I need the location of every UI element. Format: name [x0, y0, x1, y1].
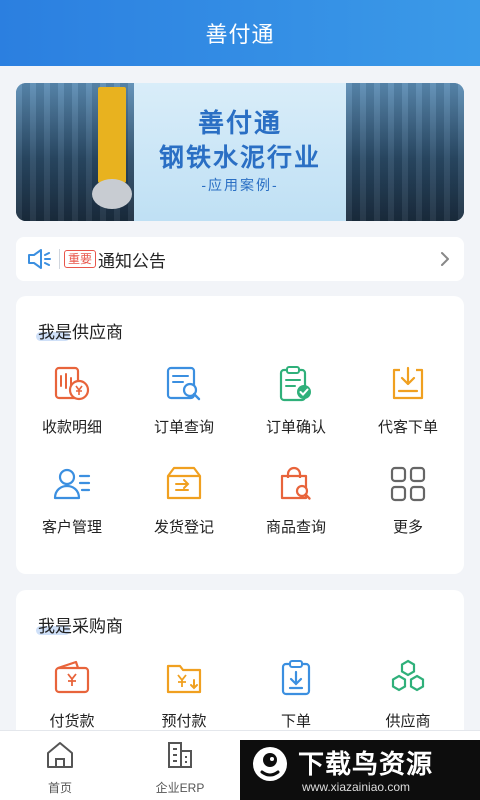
- watermark-url: www.xiazainiao.com: [302, 780, 411, 794]
- tab-home[interactable]: 首页: [0, 731, 120, 800]
- supplier-item-label: 客户管理: [41, 519, 102, 536]
- shipping-box-icon: [166, 466, 202, 500]
- watermark-overlay: 下载鸟资源 www.xiazainiao.com: [240, 740, 480, 800]
- supplier-item-order-confirm[interactable]: 订单确认: [240, 364, 352, 454]
- page-title: 善付通: [205, 22, 275, 47]
- supplier-item-product-query[interactable]: 商品查询: [240, 464, 352, 554]
- watermark-title: 下载鸟资源: [298, 749, 434, 779]
- order-confirm-icon: [279, 366, 311, 402]
- supplier-item-label: 发货登记: [153, 519, 214, 536]
- supplier-item-receipts[interactable]: 收款明细: [16, 364, 128, 454]
- shopping-bag-icon: [280, 466, 311, 500]
- supplier-item-label: 代客下单: [377, 419, 438, 436]
- supplier-section-title: 我是供应商: [38, 323, 123, 342]
- building-icon: [168, 742, 192, 768]
- download-order-icon: [392, 366, 424, 400]
- banner-caption-panel: 善付通 钢铁水泥行业 -应用案例-: [134, 83, 346, 221]
- promo-banner[interactable]: 善付通 钢铁水泥行业 -应用案例-: [16, 83, 464, 221]
- bird-logo-icon: [253, 747, 287, 781]
- buyer-section-title: 我是采购商: [38, 617, 123, 636]
- banner-factory-right: [346, 83, 464, 221]
- important-badge: 重要: [64, 250, 97, 268]
- prepay-icon: [166, 664, 202, 694]
- customer-icon: [53, 468, 91, 500]
- app-header: 善付通: [0, 0, 480, 66]
- banner-brand: 善付通: [197, 108, 282, 138]
- steel-coil-image: [92, 179, 132, 209]
- supplier-item-label: 订单查询: [153, 419, 214, 436]
- banner-subtitle: -应用案例-: [201, 177, 279, 193]
- supplier-item-order-query[interactable]: 订单查询: [128, 364, 240, 454]
- buyer-item-label: 供应商: [385, 713, 431, 730]
- clipboard-download-icon: [281, 660, 311, 696]
- tab-label: 首页: [47, 781, 72, 795]
- crane-image: [98, 87, 126, 183]
- chevron-right-icon: [441, 252, 449, 266]
- notice-label: 通知公告: [98, 252, 166, 271]
- buyer-item-label: 下单: [280, 713, 311, 730]
- supplier-item-proxy-order[interactable]: 代客下单: [352, 364, 464, 454]
- supplier-item-label: 更多: [392, 519, 423, 536]
- supplier-item-label: 订单确认: [265, 419, 326, 436]
- more-grid-icon: [390, 466, 426, 502]
- buyer-item-label: 付货款: [49, 713, 95, 730]
- supplier-section: 我是供应商 收款明细 订单查询 订单确认 代客下单 客户管理 发货登记 商品查询…: [16, 296, 464, 574]
- home-icon: [47, 742, 73, 768]
- notice-bar[interactable]: 重要 通知公告: [16, 237, 464, 281]
- tab-erp[interactable]: 企业ERP: [120, 731, 240, 800]
- order-search-icon: [166, 366, 201, 401]
- wallet-icon: [54, 660, 90, 694]
- tab-label: 企业ERP: [155, 781, 205, 795]
- speaker-icon: [28, 249, 51, 269]
- buyer-item-label: 预付款: [161, 713, 207, 730]
- receipt-icon: [54, 366, 90, 401]
- hexagons-icon: [391, 659, 425, 692]
- supplier-item-shipping[interactable]: 发货登记: [128, 464, 240, 554]
- supplier-item-more[interactable]: 更多: [352, 464, 464, 554]
- banner-headline: 钢铁水泥行业: [158, 144, 321, 172]
- supplier-item-label: 收款明细: [41, 419, 102, 436]
- buyer-section: 我是采购商 付货款 预付款 下单 供应商: [16, 590, 464, 740]
- supplier-item-customers[interactable]: 客户管理: [16, 464, 128, 554]
- supplier-item-label: 商品查询: [265, 519, 326, 536]
- notice-divider: [59, 249, 60, 269]
